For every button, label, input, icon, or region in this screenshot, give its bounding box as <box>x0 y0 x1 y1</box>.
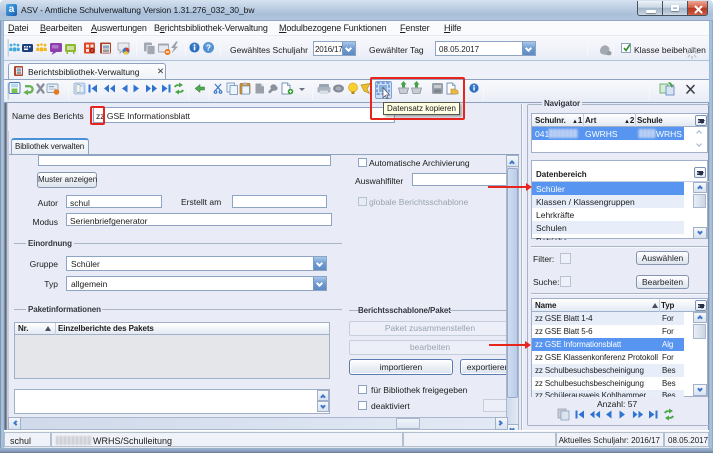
svg-text:?: ? <box>206 44 211 53</box>
